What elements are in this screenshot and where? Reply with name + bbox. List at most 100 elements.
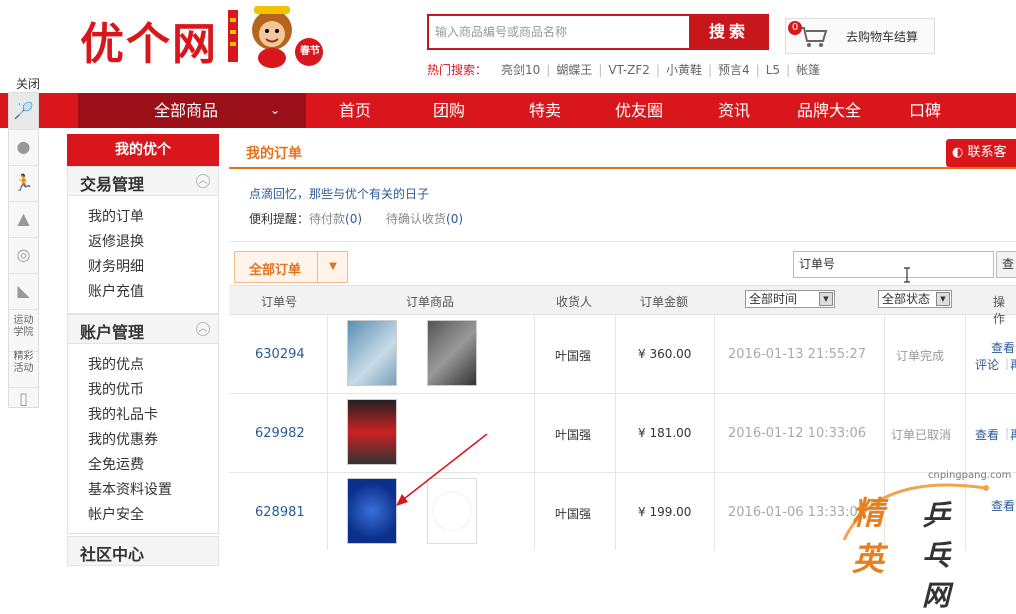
view-order-link[interactable]: 查看	[991, 339, 1015, 356]
nav-sale[interactable]: 特卖	[529, 93, 561, 128]
search-button[interactable]: 搜索	[689, 14, 769, 50]
divider	[229, 241, 1016, 242]
badminton-icon[interactable]: 🏸	[9, 93, 38, 130]
pending-receipt-link[interactable]: 待确认收货	[386, 212, 446, 226]
nav-reviews[interactable]: 口碑	[909, 93, 941, 128]
hot-keyword[interactable]: VT-ZF2	[608, 63, 650, 77]
order-status: 订单完成	[896, 349, 945, 363]
product-thumbnail[interactable]	[427, 320, 477, 386]
sidebar-link-coins[interactable]: 我的优币	[88, 379, 144, 399]
nav-brands[interactable]: 品牌大全	[797, 93, 861, 128]
page-title-bar: 我的订单	[229, 134, 1016, 169]
hot-keyword[interactable]: 小黄鞋	[666, 63, 702, 77]
col-order-no: 订单号	[261, 295, 298, 309]
sidebar-link-my-orders[interactable]: 我的订单	[88, 206, 144, 226]
sidebar-link-free-shipping[interactable]: 全免运费	[88, 454, 144, 474]
rebuy-order-link[interactable]: 再	[1010, 356, 1016, 373]
order-time: 2016-01-13 21:55:27	[728, 347, 867, 362]
sidebar-title: 我的优个	[67, 134, 219, 166]
running-icon[interactable]: 🏃	[9, 165, 38, 202]
time-filter-value: 全部时间	[749, 292, 798, 306]
section-title: 交易管理	[80, 175, 145, 194]
sidebar-link-profile[interactable]: 基本资料设置	[88, 479, 172, 499]
all-products-menu[interactable]: 全部商品 ⌄	[78, 93, 306, 128]
col-goods: 订单商品	[406, 295, 455, 309]
hot-keyword[interactable]: 帐篷	[796, 63, 820, 77]
receiver-name: 叶国强	[555, 428, 592, 442]
nav-home[interactable]: 首页	[339, 93, 371, 128]
receiver-name: 叶国强	[555, 349, 592, 363]
annotation-arrow-icon	[396, 433, 488, 506]
sidebar-link-returns[interactable]: 返修退换	[88, 231, 144, 251]
nav-friends[interactable]: 优友圈	[615, 93, 663, 128]
hot-keyword[interactable]: 蝴蝶王	[556, 63, 592, 77]
nav-news[interactable]: 资讯	[718, 93, 750, 128]
shoe-icon[interactable]: ◣	[9, 273, 38, 310]
cart-button[interactable]: 0 去购物车结算	[785, 18, 935, 54]
caret-down-icon[interactable]: ▼	[317, 252, 348, 282]
section-title: 账户管理	[80, 323, 145, 342]
all-orders-tab[interactable]: 全部订单 ▼	[234, 251, 348, 283]
order-search-button[interactable]: 查	[996, 251, 1016, 278]
sidebar-link-giftcard[interactable]: 我的礼品卡	[88, 404, 158, 424]
order-amount: ¥ 360.00	[638, 347, 692, 361]
all-products-label: 全部商品	[154, 101, 219, 120]
all-orders-label: 全部订单	[249, 263, 302, 278]
collapse-icon[interactable]: ︿	[196, 322, 210, 336]
cart-icon	[799, 27, 828, 47]
comment-order-link[interactable]: 评论	[975, 356, 999, 373]
status-filter-value: 全部状态	[882, 292, 931, 306]
product-thumbnail[interactable]	[347, 320, 397, 386]
hot-keyword[interactable]: 预言4	[718, 63, 750, 77]
sidebar-link-recharge[interactable]: 账户充值	[88, 281, 144, 301]
order-number-link[interactable]: 628981	[255, 505, 305, 520]
headset-icon: ◐	[952, 145, 964, 160]
status-filter-select[interactable]: 全部状态 ▼	[878, 290, 952, 308]
order-number-link[interactable]: 629982	[255, 426, 305, 441]
time-filter-select[interactable]: 全部时间 ▼	[745, 290, 835, 308]
trade-links: 我的订单 返修退换 财务明细 账户充值	[67, 196, 219, 314]
contact-service-button[interactable]: ◐ 联系客	[946, 139, 1016, 167]
rebuy-order-link[interactable]: 再	[1010, 426, 1016, 443]
close-sidebar-button[interactable]: 关闭	[16, 75, 40, 92]
nav-groupbuy[interactable]: 团购	[433, 93, 465, 128]
section-community[interactable]: 社区中心	[67, 536, 219, 566]
sidebar-link-coupons[interactable]: 我的优惠券	[88, 429, 158, 449]
tent-icon[interactable]: ▲	[9, 201, 38, 238]
account-links: 我的优点 我的优币 我的礼品卡 我的优惠券 全免运费 基本资料设置 帐户安全	[67, 344, 219, 534]
page-title: 我的订单	[246, 146, 302, 162]
memory-link[interactable]: 点滴回忆，那些与优个有关的日子	[249, 185, 429, 202]
hot-search-label: 热门搜索：	[427, 63, 488, 77]
text-cursor-icon	[904, 267, 910, 283]
op-divider: |	[1005, 426, 1010, 440]
sidebar-link-security[interactable]: 帐户安全	[88, 504, 144, 524]
tennis-icon[interactable]: ◎	[9, 237, 38, 274]
section-trade[interactable]: 交易管理 ︿	[67, 166, 219, 196]
pingpong-icon[interactable]: ●	[9, 129, 38, 166]
site-logo[interactable]: 优个网	[80, 8, 218, 72]
hot-keyword[interactable]: L5	[766, 63, 780, 77]
table-header: 订单号 订单商品 收货人 订单金额 全部时间 ▼ 全部状态 ▼ 操作	[229, 285, 1016, 326]
order-time: 2016-01-12 10:33:06	[728, 426, 867, 441]
table-row: 630294 叶国强 ¥ 360.00 2016-01-13 21:55:27 …	[229, 315, 1016, 394]
collapse-icon[interactable]: ︿	[196, 174, 210, 188]
category-icon-bar: 🏸 ● 🏃 ▲ ◎ ◣ 运动学院 精彩活动 ▯	[8, 92, 39, 408]
cart-label: 去购物车结算	[846, 30, 919, 44]
sidebar-link-finance[interactable]: 财务明细	[88, 256, 144, 276]
phone-icon[interactable]: ▯	[9, 381, 38, 417]
reminder-bar: 便利提醒：待付款(0) 待确认收货(0)	[249, 210, 463, 227]
reminder-label: 便利提醒：	[249, 212, 310, 226]
order-number-link[interactable]: 630294	[255, 347, 305, 362]
col-amount: 订单金额	[640, 295, 689, 309]
search-input[interactable]: 输入商品编号或商品名称	[427, 14, 689, 50]
pending-pay-link[interactable]: 待付款	[309, 212, 345, 226]
order-number-input[interactable]: 订单号	[793, 251, 994, 278]
view-order-link[interactable]: 查看	[975, 426, 999, 443]
table-row: 629982 叶国强 ¥ 181.00 2016-01-12 10:33:06 …	[229, 394, 1016, 473]
hot-keyword[interactable]: 亮剑10	[501, 63, 540, 77]
section-account[interactable]: 账户管理 ︿	[67, 314, 219, 344]
contact-label: 联系客	[967, 145, 1007, 160]
pending-receipt-count: (0)	[446, 212, 464, 226]
sidebar-link-points[interactable]: 我的优点	[88, 354, 144, 374]
order-status: 订单已取消	[891, 428, 952, 442]
